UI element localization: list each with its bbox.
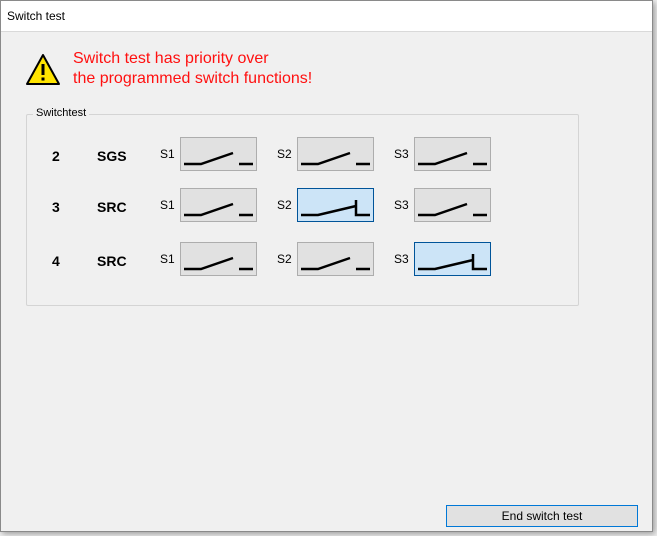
switch-closed-icon (418, 254, 487, 271)
switch-label-s3: S3 (394, 252, 409, 266)
switch-open-icon (418, 151, 487, 166)
switch-row-2: 2 SGS S1 S2 S3 (27, 137, 578, 173)
warning-banner: Switch test has priority over the progra… (25, 43, 312, 89)
row3-switch-s3-button[interactable] (414, 188, 491, 222)
warning-line-1: Switch test has priority over (73, 50, 269, 67)
row4-switch-s3-button[interactable] (414, 242, 491, 276)
row2-switch-s1-button[interactable] (180, 137, 257, 171)
switch-test-dialog: Switch test Switch test has priority ove… (0, 0, 653, 532)
switchtest-group: Switchtest 2 SGS S1 S2 S3 3 SRC S1 S2 S3… (26, 107, 579, 306)
switch-open-icon (418, 202, 487, 217)
switch-label-s1: S1 (160, 147, 175, 161)
switch-open-icon (184, 256, 253, 271)
row4-switch-s2-button[interactable] (297, 242, 374, 276)
group-label: Switchtest (33, 107, 90, 119)
window-title: Switch test (7, 9, 66, 23)
row-type: SGS (97, 148, 127, 164)
switch-label-s2: S2 (277, 252, 292, 266)
row-type: SRC (97, 253, 127, 269)
row-number: 2 (52, 148, 60, 164)
row3-switch-s2-button[interactable] (297, 188, 374, 222)
row2-switch-s3-button[interactable] (414, 137, 491, 171)
warning-message: Switch test has priority over the progra… (73, 49, 312, 89)
switch-label-s3: S3 (394, 147, 409, 161)
warning-icon (26, 54, 60, 85)
title-bar: Switch test (1, 1, 652, 32)
switch-label-s2: S2 (277, 147, 292, 161)
row4-switch-s1-button[interactable] (180, 242, 257, 276)
switch-row-3: 3 SRC S1 S2 S3 (27, 188, 578, 224)
row-type: SRC (97, 199, 127, 215)
switch-label-s1: S1 (160, 198, 175, 212)
switch-row-4: 4 SRC S1 S2 S3 (27, 242, 578, 278)
switch-label-s1: S1 (160, 252, 175, 266)
switch-open-icon (184, 151, 253, 166)
switch-closed-icon (301, 200, 370, 217)
warning-line-2: the programmed switch functions! (73, 70, 313, 87)
switch-open-icon (184, 202, 253, 217)
switch-open-icon (301, 151, 370, 166)
switch-open-icon (301, 256, 370, 271)
switch-label-s2: S2 (277, 198, 292, 212)
row-number: 3 (52, 199, 60, 215)
row-number: 4 (52, 253, 60, 269)
row3-switch-s1-button[interactable] (180, 188, 257, 222)
row2-switch-s2-button[interactable] (297, 137, 374, 171)
end-switch-test-button[interactable]: End switch test (446, 505, 638, 527)
switch-label-s3: S3 (394, 198, 409, 212)
